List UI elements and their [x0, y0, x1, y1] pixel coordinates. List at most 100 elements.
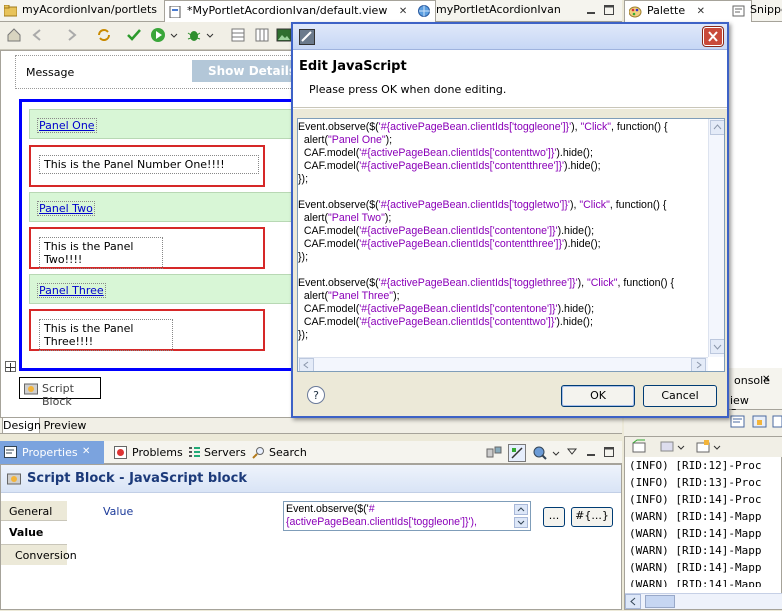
help-button[interactable]: ? — [307, 386, 325, 404]
tab-properties-label: Properties — [22, 446, 78, 459]
pin-console-icon[interactable] — [695, 439, 711, 455]
minimize-icon[interactable] — [584, 3, 598, 17]
scroll-down-icon[interactable] — [514, 517, 528, 528]
panel-two-link[interactable]: Panel Two — [37, 201, 95, 216]
dialog-close-button[interactable] — [703, 27, 723, 46]
code-line: CAF.model('#{activePageBean.clientIds['c… — [298, 160, 601, 172]
snippets-tab[interactable]: Snippet — [728, 0, 782, 20]
refresh-icon[interactable] — [96, 27, 112, 43]
code-line: alert("Panel Three"); — [298, 290, 400, 302]
cancel-button[interactable]: Cancel — [643, 385, 717, 407]
editor-tab-bar: myAcordionIvan/portlets *MyPortletAcordi… — [0, 0, 622, 22]
servers-icon — [188, 446, 201, 459]
checkmark-icon[interactable] — [126, 27, 142, 43]
side-tab-value[interactable]: Value — [1, 522, 67, 543]
console-line: (WARN) [RID:14]-Mapp — [629, 578, 762, 587]
new-console-icon[interactable] — [631, 439, 647, 455]
editor-tab-portlets[interactable]: myAcordionIvan/portlets — [0, 0, 182, 20]
home-icon[interactable] — [6, 27, 22, 43]
scroll-down-icon[interactable] — [710, 339, 724, 354]
close-icon[interactable]: ✕ — [762, 374, 770, 385]
script-block-label: Script Block — [42, 382, 74, 408]
tab-servers[interactable]: Servers — [186, 445, 246, 461]
image-icon[interactable] — [276, 27, 292, 43]
script-block[interactable]: Script Block — [19, 377, 101, 408]
console-line: (WARN) [RID:14]-Mapp — [629, 510, 762, 523]
dialog-title-bar[interactable] — [293, 24, 727, 50]
panel-one-header[interactable]: Panel One — [29, 109, 299, 139]
pin-icon[interactable] — [532, 445, 548, 461]
editor-tab-label: *MyPortletAcordionIvan/default.view — [187, 4, 388, 17]
chevron-down-icon[interactable] — [206, 27, 214, 43]
panel-three-link[interactable]: Panel Three — [37, 283, 106, 298]
console-line: (WARN) [RID:14]-Mapp — [629, 544, 762, 557]
layout-cols-icon[interactable] — [254, 27, 270, 43]
panel-three-header[interactable]: Panel Three — [29, 274, 299, 304]
chevron-down-icon[interactable] — [552, 445, 560, 461]
editor-tab-web[interactable]: myPortletAcordionIvan — [414, 0, 586, 20]
maximize-icon[interactable] — [602, 445, 616, 459]
layout-rows-icon[interactable] — [230, 27, 246, 43]
message-label: Message — [26, 66, 75, 79]
side-tab-general[interactable]: General — [1, 501, 67, 521]
chevron-down-icon[interactable] — [677, 439, 685, 455]
scroll-left-icon[interactable] — [625, 594, 641, 609]
scroll-left-icon[interactable] — [299, 358, 314, 371]
tab-preview[interactable]: Preview — [42, 418, 88, 434]
close-icon[interactable]: ✕ — [82, 446, 90, 457]
panel-one-content: This is the Panel Number One!!!! — [29, 145, 265, 187]
code-line: CAF.model('#{activePageBean.clientIds['c… — [298, 225, 595, 237]
code-line: }); — [298, 173, 309, 185]
maximize-icon[interactable] — [602, 3, 616, 17]
chevron-down-icon[interactable] — [713, 439, 721, 455]
run-icon[interactable] — [150, 27, 166, 43]
palette-tab-label: Palette — [647, 4, 686, 17]
scroll-up-icon[interactable] — [514, 504, 528, 515]
ok-button[interactable]: OK — [561, 385, 635, 407]
tab-search[interactable]: Search — [250, 445, 310, 461]
expression-button[interactable]: #{...} — [571, 507, 613, 527]
horizontal-scrollbar[interactable] — [298, 357, 708, 371]
scroll-lock-icon[interactable] — [752, 414, 768, 430]
side-tab-conversion[interactable]: Conversion — [1, 544, 77, 565]
vertical-scrollbar[interactable] — [708, 119, 724, 357]
panel-one-link[interactable]: Panel One — [37, 118, 97, 133]
forward-arrow-icon[interactable] — [64, 27, 80, 43]
view-menu-icon[interactable] — [486, 445, 502, 461]
tab-design[interactable]: Design — [2, 418, 41, 434]
properties-panel: Script Block - JavaScript block General … — [0, 464, 622, 610]
clear-console-icon[interactable] — [730, 414, 746, 430]
chevron-down-icon[interactable] — [170, 27, 178, 43]
ellipsis-button[interactable]: ... — [543, 507, 565, 527]
close-icon[interactable]: ✕ — [697, 6, 705, 17]
view-menu-triangle-icon[interactable] — [566, 445, 578, 457]
scroll-up-icon[interactable] — [710, 120, 724, 135]
right-tab-bar: Palette ✕ Snippet — [624, 0, 782, 22]
console-line: (INFO) [RID:14]-Proc — [629, 493, 762, 506]
code-line: CAF.model('#{activePageBean.clientIds['c… — [298, 238, 601, 250]
view-file-icon — [169, 5, 182, 19]
back-arrow-icon[interactable] — [30, 27, 46, 43]
scroll-thumb[interactable] — [645, 595, 675, 608]
code-text[interactable]: Event.observe($('#{activePageBean.client… — [298, 121, 674, 342]
move-handle-icon[interactable] — [5, 361, 16, 372]
scroll-right-icon[interactable] — [691, 358, 706, 371]
tab-servers-label: Servers — [204, 446, 246, 459]
code-line: }); — [298, 329, 309, 341]
close-icon[interactable]: ✕ — [399, 6, 407, 17]
tab-properties[interactable]: Properties ✕ — [0, 441, 104, 464]
design-preview-tabs — [0, 418, 622, 434]
debug-icon[interactable] — [186, 27, 202, 43]
value-textarea[interactable]: Event.observe($('# {activePageBean.clien… — [283, 501, 531, 531]
folder-icon — [3, 4, 18, 17]
display-console-icon[interactable] — [659, 439, 675, 455]
code-editor[interactable]: Event.observe($('#{activePageBean.client… — [297, 118, 725, 372]
value-text-hash: # — [368, 503, 375, 515]
minimize-icon[interactable] — [584, 445, 598, 459]
panel-two-header[interactable]: Panel Two — [29, 192, 299, 222]
tab-problems[interactable]: Problems — [112, 445, 183, 461]
editor-tab-default-view[interactable]: *MyPortletAcordionIvan/default.view ✕ — [164, 0, 436, 22]
filter-icon[interactable] — [508, 444, 526, 462]
horizontal-scrollbar[interactable] — [625, 593, 782, 609]
open-console-icon[interactable] — [772, 414, 782, 430]
